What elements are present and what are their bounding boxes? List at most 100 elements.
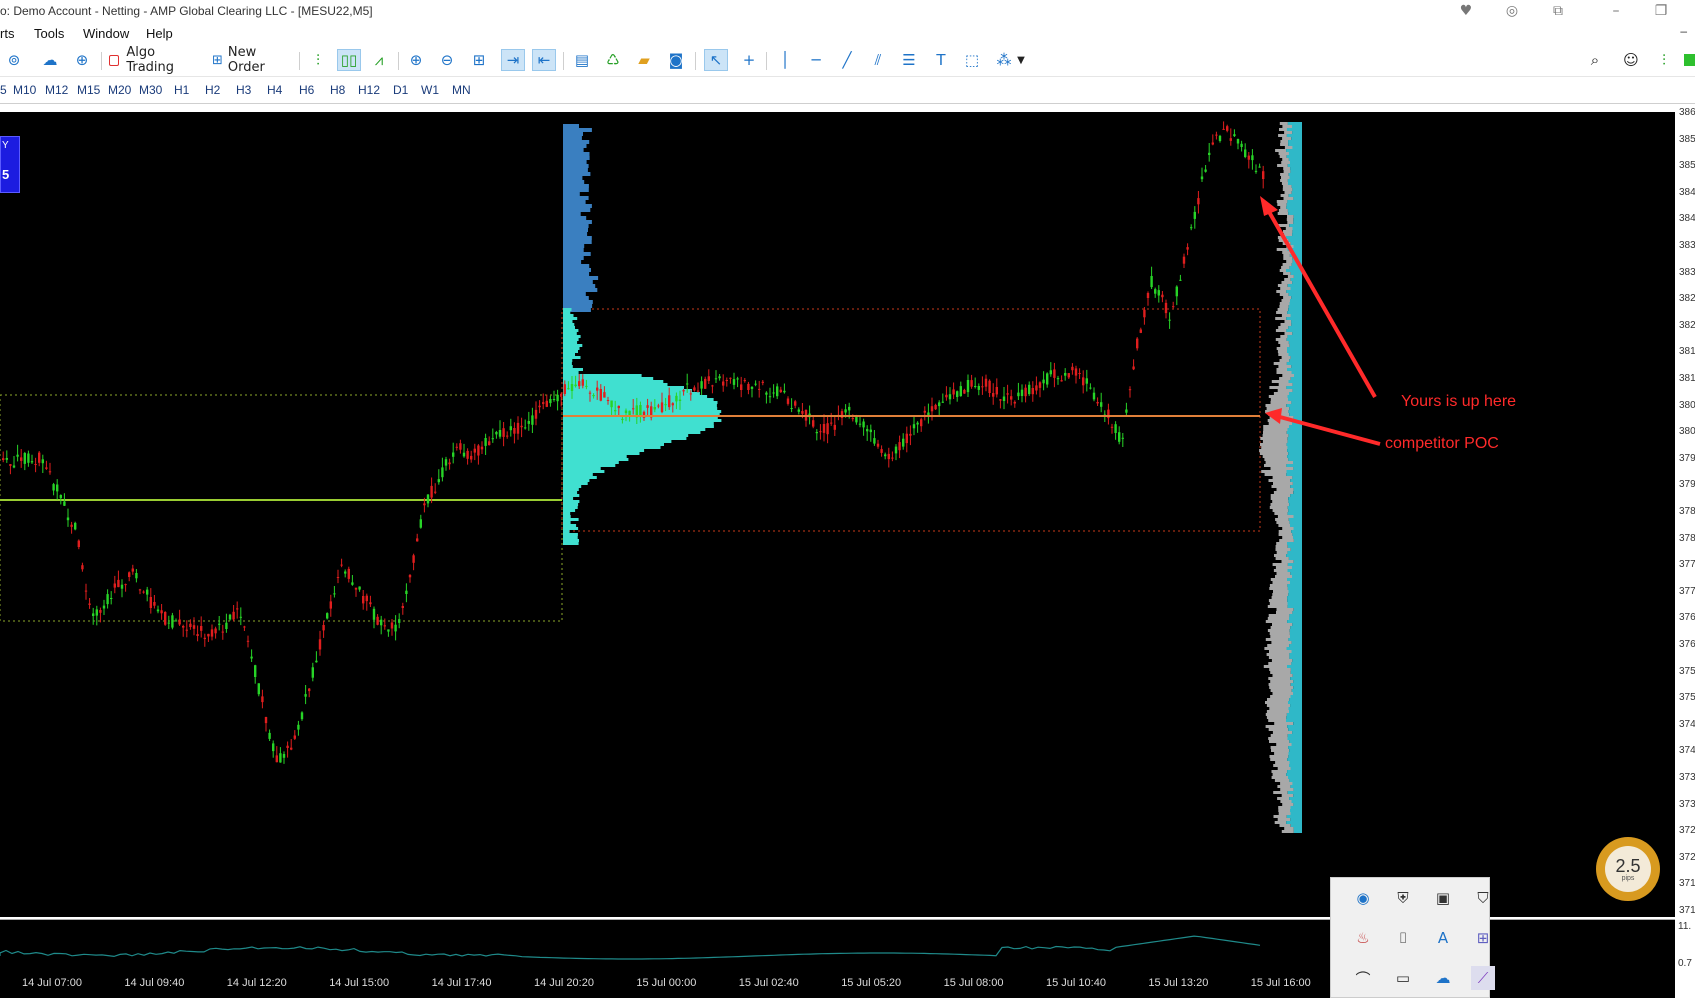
indicator-scale-max: 11. — [1678, 921, 1692, 932]
candle-body — [455, 446, 458, 448]
timeframe-m15[interactable]: M15 — [77, 83, 100, 97]
candle-body — [711, 385, 714, 387]
defender-tray-icon[interactable]: ⛉ — [1471, 886, 1495, 910]
experts-icon[interactable]: ♺ — [601, 49, 625, 71]
crosshair-icon[interactable]: + — [737, 49, 761, 71]
signal-strength-icon[interactable]: ⫶ — [1652, 49, 1676, 71]
algo-trading-button[interactable]: Algo Trading — [109, 45, 201, 75]
price-scale[interactable]: 386 385 385 384 384 383 383 382 382 381 381 380 380 3… — [1675, 107, 1695, 917]
display-tray-icon[interactable]: ▣ — [1431, 886, 1455, 910]
shapes-icon[interactable]: ⬚ — [960, 49, 984, 71]
candle-body — [1186, 247, 1189, 250]
candle-body — [707, 376, 710, 381]
cloud-tray-icon[interactable]: ☁ — [1431, 966, 1455, 990]
timeframe-h1[interactable]: H1 — [174, 83, 189, 97]
timeframe-w1[interactable]: W1 — [421, 83, 439, 97]
timeframe-m5[interactable]: 5 — [0, 83, 7, 97]
app-tray-icon[interactable]: ♨ — [1351, 926, 1375, 950]
price-chart-canvas[interactable] — [0, 112, 1675, 917]
vertical-line-icon[interactable]: │ — [773, 49, 797, 71]
account-icon[interactable]: ☺ — [1619, 49, 1643, 71]
time-tick-label: 15 Jul 10:40 — [1046, 977, 1106, 989]
mdi-minimize-button[interactable]: – — [1680, 24, 1687, 38]
candle-body — [336, 577, 340, 578]
autoscroll-icon[interactable]: ⇥ — [501, 49, 525, 71]
target-icon[interactable]: ◎ — [1497, 2, 1527, 20]
trendline-icon[interactable]: ╱ — [835, 49, 859, 71]
channel-icon[interactable]: ⫽ — [866, 49, 890, 71]
search-icon[interactable]: ⌕ — [1583, 49, 1607, 71]
minimize-button[interactable]: – — [1601, 2, 1631, 20]
one-click-trading-panel[interactable]: Y 5 — [0, 136, 20, 193]
timeframe-m10[interactable]: M10 — [13, 83, 36, 97]
timeframe-d1[interactable]: D1 — [393, 83, 408, 97]
maximize-button[interactable]: ❐ — [1646, 2, 1676, 20]
candle-body — [801, 411, 804, 414]
timeframe-h3[interactable]: H3 — [236, 83, 251, 97]
candle-body — [570, 384, 574, 391]
candle-body — [1082, 377, 1085, 386]
signal-icon[interactable]: ⊚ — [2, 49, 26, 71]
grid-tray-icon[interactable]: ⊞ — [1471, 926, 1495, 950]
screenshot-icon[interactable]: ◙ — [664, 49, 688, 71]
candle-body — [117, 579, 120, 588]
keyboard-tray-icon[interactable]: ▭ — [1391, 966, 1415, 990]
candle-body — [1125, 409, 1128, 413]
text-icon[interactable]: T — [929, 49, 953, 71]
candle-body — [232, 611, 235, 620]
candle-body — [1197, 198, 1200, 205]
timeframe-m30[interactable]: M30 — [139, 83, 162, 97]
timeframe-m20[interactable]: M20 — [108, 83, 131, 97]
annotation-arrowhead-yours — [1260, 196, 1278, 216]
security-tray-icon[interactable]: ⛨ — [1391, 886, 1415, 910]
chevron-down-icon[interactable]: ▼ — [1015, 49, 1027, 71]
headset-tray-icon[interactable]: ⌒ — [1351, 966, 1375, 990]
menu-tools[interactable]: Tools — [34, 26, 64, 41]
cloud-icon[interactable]: ☁ — [38, 49, 62, 71]
font-tray-icon[interactable]: A — [1431, 926, 1455, 950]
timeframe-h6[interactable]: H6 — [299, 83, 314, 97]
candle-body — [797, 409, 800, 412]
line-chart-icon[interactable]: ⩘ — [367, 49, 391, 71]
cursor-icon[interactable]: ↖ — [704, 49, 728, 71]
candle-body — [848, 406, 851, 411]
browser-tray-icon[interactable]: ◉ — [1351, 886, 1375, 910]
timeframe-mn[interactable]: MN — [452, 83, 471, 97]
indicators-icon[interactable]: ▤ — [570, 49, 594, 71]
usb-tray-icon[interactable]: ⌷ — [1391, 926, 1415, 950]
globe-add-icon[interactable]: ⊕ — [70, 49, 94, 71]
menu-help[interactable]: Help — [146, 26, 173, 41]
timeframe-h12[interactable]: H12 — [358, 83, 380, 97]
candlestick-chart-icon[interactable]: ▯▯ — [337, 49, 361, 71]
candle-body — [524, 427, 527, 429]
zoom-out-icon[interactable]: ⊖ — [435, 49, 459, 71]
menu-charts[interactable]: rts — [0, 26, 14, 41]
timeframe-m12[interactable]: M12 — [45, 83, 68, 97]
timeframe-h4[interactable]: H4 — [267, 83, 282, 97]
pin-icon[interactable]: ♥ — [1451, 2, 1481, 20]
candle-body — [1074, 368, 1078, 376]
fibonacci-icon[interactable]: ☰ — [897, 49, 921, 71]
candle-body — [16, 454, 19, 457]
chart-shift-icon[interactable]: ⇤ — [532, 49, 556, 71]
horizontal-line-icon[interactable]: ─ — [804, 49, 828, 71]
new-order-button[interactable]: ⊞ New Order — [212, 45, 294, 75]
candle-body — [225, 622, 228, 629]
timeframe-h2[interactable]: H2 — [205, 83, 220, 97]
candle-body — [740, 384, 743, 390]
restore-icon[interactable]: ⧉ — [1543, 2, 1573, 20]
bar-chart-icon[interactable]: ⫶ — [306, 49, 330, 71]
price-tick-label: 371 — [1679, 878, 1695, 890]
pen-tray-icon[interactable]: ⟋ — [1471, 966, 1495, 990]
zoom-in-icon[interactable]: ⊕ — [404, 49, 428, 71]
timeframe-h8[interactable]: H8 — [330, 83, 345, 97]
candle-body — [470, 455, 473, 460]
templates-icon[interactable]: ▰ — [632, 49, 656, 71]
candle-body — [1240, 143, 1243, 147]
menu-window[interactable]: Window — [83, 26, 129, 41]
grid-icon[interactable]: ⊞ — [467, 49, 491, 71]
more-objects-icon[interactable]: ⁂ — [992, 49, 1016, 71]
candle-body — [1060, 380, 1063, 382]
price-chart[interactable] — [0, 112, 1675, 917]
candle-body — [513, 428, 516, 434]
